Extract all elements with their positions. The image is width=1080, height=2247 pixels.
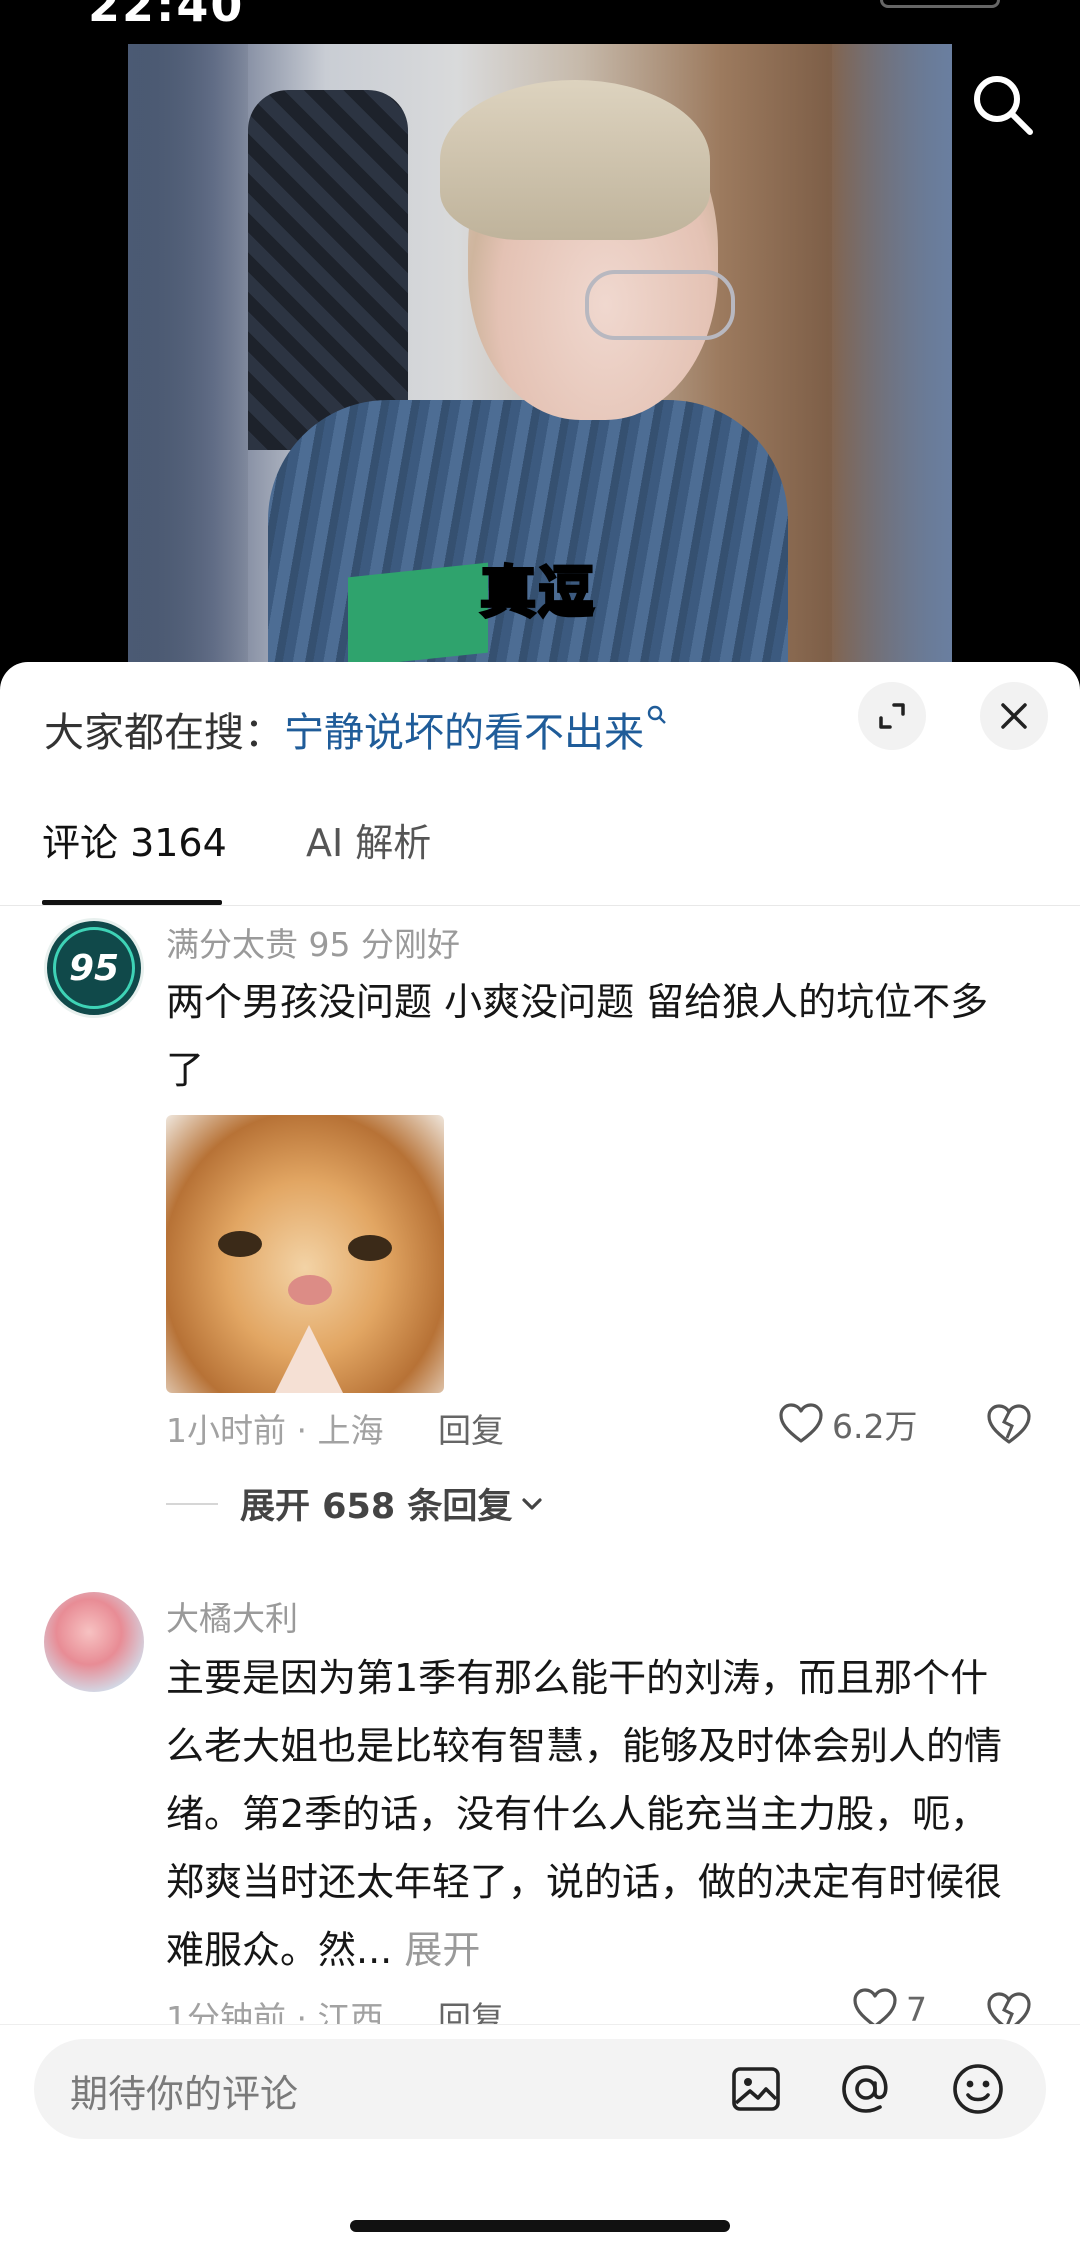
avatar[interactable] (44, 1592, 144, 1692)
trending-search-prefix: 大家都在搜： (44, 710, 284, 756)
cat-hands (274, 1325, 344, 1393)
reply-button[interactable]: 回复 (438, 1404, 504, 1452)
comment-meta: 1小时前 · 上海 (166, 1411, 384, 1450)
cat-nose (288, 1275, 332, 1305)
tab-comments[interactable]: 评论 3164 (42, 812, 227, 867)
comment-input-placeholder: 期待你的评论 (70, 2072, 299, 2116)
image-icon[interactable] (726, 2059, 786, 2119)
cat-eye-left (218, 1231, 262, 1257)
expand-icon (879, 703, 905, 729)
avatar-badge: 95 (53, 927, 135, 1009)
battery-icon (880, 0, 1000, 8)
like-count: 7 (906, 1989, 927, 2029)
close-icon (1001, 703, 1027, 729)
trending-search[interactable]: 大家都在搜：宁静说坏的看不出来 (44, 700, 668, 758)
close-button[interactable] (980, 682, 1048, 750)
comment-input-bar: 期待你的评论 (0, 2024, 1080, 2247)
tabs-divider (0, 905, 1080, 906)
shirt-patch (348, 562, 488, 668)
avatar[interactable]: 95 (44, 918, 144, 1018)
person-jacket (268, 400, 788, 690)
tab-ai-analysis[interactable]: AI 解析 (306, 812, 431, 867)
person-hair (440, 80, 710, 240)
search-icon[interactable] (968, 70, 1038, 140)
sheet-tabs: 评论 3164 AI 解析 (0, 812, 1080, 868)
comments-sheet: 大家都在搜：宁静说坏的看不出来 评论 3164 AI 解析 95 满分太贵 95… (0, 662, 1080, 2247)
video-blur-left (128, 44, 248, 684)
comment-username[interactable]: 满分太贵 95 分刚好 (166, 918, 460, 966)
emoji-icon[interactable] (948, 2059, 1008, 2119)
glasses (585, 270, 735, 340)
video-caption: 真逗 (479, 559, 596, 628)
background-person (248, 90, 408, 450)
comment-text: 两个男孩没问题 小爽没问题 留给狼人的坑位不多了 (166, 980, 989, 1092)
search-icon (647, 705, 666, 724)
trending-search-query[interactable]: 宁静说坏的看不出来 (284, 710, 644, 756)
broken-heart-icon[interactable] (986, 1402, 1032, 1448)
comment-sticker-image[interactable] (166, 1115, 444, 1393)
cat-eye-right (348, 1235, 392, 1261)
like-count: 6.2万 (832, 1407, 918, 1446)
comment-username[interactable]: 大橘大利 (166, 1592, 298, 1640)
expand-replies-button[interactable]: 展开 658 条回复 (166, 1478, 546, 1529)
like-button[interactable]: 6.2万 (778, 1400, 917, 1448)
expand-comment-link[interactable]: 展开 (404, 1928, 480, 1972)
status-time: 22:40 (88, 0, 245, 32)
status-bar: 22:40 (0, 0, 1080, 40)
video-player[interactable]: 22:40 真逗 (0, 0, 1080, 700)
video-blur-right (832, 44, 952, 684)
chevron-down-icon (522, 1497, 543, 1510)
expand-sheet-button[interactable] (858, 682, 926, 750)
comment-input[interactable]: 期待你的评论 (34, 2039, 1046, 2139)
comment-text-body: 主要是因为第1季有那么能干的刘涛，而且那个什么老大姐也是比较有智慧，能够及时体会… (166, 1656, 1003, 1972)
home-indicator[interactable] (350, 2220, 730, 2232)
mention-icon[interactable] (836, 2059, 896, 2119)
expand-replies-line (166, 1502, 218, 1505)
expand-replies-label: 展开 658 条回复 (240, 1487, 513, 1527)
heart-icon (779, 1403, 823, 1443)
comment-text: 主要是因为第1季有那么能干的刘涛，而且那个什么老大姐也是比较有智慧，能够及时体会… (166, 1644, 1026, 1984)
